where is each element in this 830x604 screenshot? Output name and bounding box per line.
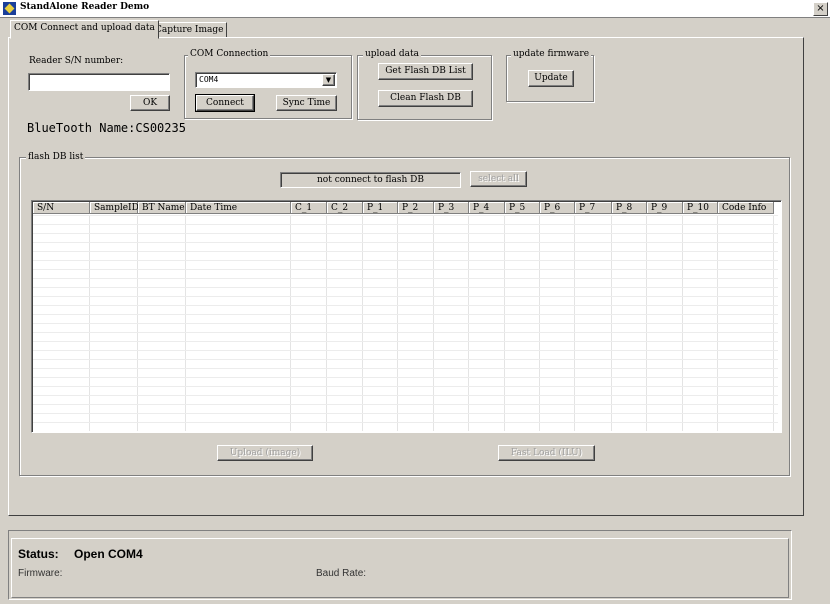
grid-row-line	[33, 332, 778, 333]
column-header[interactable]: P_4	[469, 202, 505, 214]
column-header[interactable]: S/N	[33, 202, 90, 214]
chevron-down-icon[interactable]: ▼	[322, 74, 335, 86]
grid-row-line	[33, 350, 778, 351]
grid-row-line	[33, 359, 778, 360]
baud-rate-label: Baud Rate:	[316, 568, 367, 579]
flash-db-table[interactable]: S/N SampleID BT Name Date Time C_1 C_2 P_1 P_2 P…	[31, 200, 782, 433]
column-header[interactable]: P_1	[363, 202, 398, 214]
update-button[interactable]: Update	[528, 70, 574, 87]
grid-row-line	[33, 314, 778, 315]
column-header[interactable]: P_8	[612, 202, 647, 214]
bluetooth-name: BlueTooth Name:CS00235	[27, 121, 186, 135]
grid-row-line	[33, 386, 778, 387]
column-header[interactable]: P_3	[434, 202, 469, 214]
column-header[interactable]: SampleID	[90, 202, 139, 214]
grid-row-line	[33, 269, 778, 270]
grid-row-line	[33, 368, 778, 369]
ok-button[interactable]: OK	[130, 95, 170, 111]
reader-sn-input[interactable]	[28, 73, 170, 91]
column-header[interactable]: P_5	[505, 202, 540, 214]
upload-image-button[interactable]: Upload (image)	[217, 445, 313, 461]
tab-capture-image[interactable]: Capture Image	[151, 22, 228, 38]
grid-row-line	[33, 395, 778, 396]
grid-row-line	[33, 305, 778, 306]
update-firmware-title: update firmware	[511, 49, 592, 59]
select-all-button[interactable]: select all	[470, 171, 527, 187]
grid-row-line	[33, 224, 778, 225]
firmware-label: Firmware:	[18, 568, 63, 579]
grid-row-line	[33, 278, 778, 279]
grid-row-line	[33, 251, 778, 252]
flash-db-title: flash DB list	[26, 152, 86, 162]
upload-data-title: upload data	[363, 49, 421, 59]
clean-flash-db-button[interactable]: Clean Flash DB	[378, 90, 473, 107]
grid-row-line	[33, 287, 778, 288]
get-flash-db-list-button[interactable]: Get Flash DB List	[378, 63, 473, 80]
grid-row-line	[33, 413, 778, 414]
com-port-select[interactable]: COM4 ▼	[195, 72, 337, 88]
grid-row-line	[33, 296, 778, 297]
com-connection-title: COM Connection	[188, 49, 271, 59]
column-header[interactable]: BT Name	[138, 202, 186, 214]
column-header[interactable]: P_2	[398, 202, 434, 214]
grid-row-line	[33, 215, 778, 216]
grid-row-line	[33, 377, 778, 378]
sync-time-button[interactable]: Sync Time	[276, 95, 337, 111]
grid-row-line	[33, 233, 778, 234]
app-icon	[3, 2, 16, 15]
grid-row-line	[33, 242, 778, 243]
status-value: Open COM4	[74, 547, 143, 561]
grid-row-line	[33, 422, 778, 423]
grid-row-line	[33, 260, 778, 261]
column-header[interactable]: P_6	[540, 202, 575, 214]
tab-com-connect[interactable]: COM Connect and upload data	[10, 20, 159, 39]
com-port-value: COM4	[199, 75, 219, 84]
connect-button[interactable]: Connect	[195, 94, 255, 112]
column-header[interactable]: P_9	[647, 202, 683, 214]
column-header[interactable]: C_1	[291, 202, 327, 214]
column-header[interactable]: Code Info	[718, 202, 774, 214]
grid-row-line	[33, 323, 778, 324]
grid-row-line	[33, 341, 778, 342]
column-header[interactable]: P_7	[575, 202, 612, 214]
window-title: StandAlone Reader Demo	[20, 2, 150, 12]
column-header[interactable]: Date Time	[186, 202, 291, 214]
column-header[interactable]: C_2	[327, 202, 363, 214]
status-label: Status:	[18, 547, 59, 561]
close-button[interactable]: ×	[813, 2, 828, 16]
fast-load-button[interactable]: Fast Load (ILU)	[498, 445, 595, 461]
flash-db-status: not connect to flash DB	[280, 172, 461, 188]
reader-sn-label: Reader S/N number:	[29, 56, 124, 66]
grid-row-line	[33, 404, 778, 405]
column-header[interactable]: P_10	[683, 202, 718, 214]
